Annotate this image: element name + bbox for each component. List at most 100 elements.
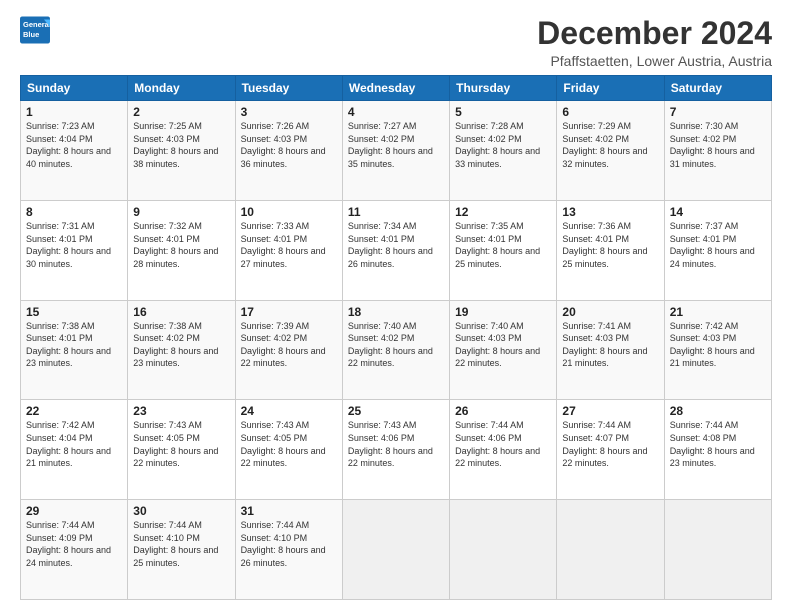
calendar-week-3: 15Sunrise: 7:38 AMSunset: 4:01 PMDayligh… [21, 300, 772, 400]
day-number: 19 [455, 305, 551, 319]
header: General Blue December 2024 Pfaffstaetten… [20, 16, 772, 69]
day-info: Sunrise: 7:44 AMSunset: 4:06 PMDaylight:… [455, 420, 540, 468]
calendar-cell: 18Sunrise: 7:40 AMSunset: 4:02 PMDayligh… [342, 300, 449, 400]
col-thursday: Thursday [450, 76, 557, 101]
calendar-cell [664, 500, 771, 600]
day-number: 6 [562, 105, 658, 119]
day-info: Sunrise: 7:26 AMSunset: 4:03 PMDaylight:… [241, 121, 326, 169]
day-info: Sunrise: 7:44 AMSunset: 4:08 PMDaylight:… [670, 420, 755, 468]
day-info: Sunrise: 7:42 AMSunset: 4:03 PMDaylight:… [670, 321, 755, 369]
calendar-cell: 21 Sunrise: 7:42 AMSunset: 4:03 PMDayligh… [664, 300, 771, 400]
col-wednesday: Wednesday [342, 76, 449, 101]
calendar-cell: 19 Sunrise: 7:40 AMSunset: 4:03 PMDayligh… [450, 300, 557, 400]
day-number: 24 [241, 404, 337, 418]
day-number: 25 [348, 404, 444, 418]
calendar-week-5: 29 Sunrise: 7:44 AMSunset: 4:09 PMDayligh… [21, 500, 772, 600]
day-info: Sunrise: 7:44 AMSunset: 4:07 PMDaylight:… [562, 420, 647, 468]
day-number: 14 [670, 205, 766, 219]
day-info: Sunrise: 7:41 AMSunset: 4:03 PMDaylight:… [562, 321, 647, 369]
calendar-cell [557, 500, 664, 600]
day-info: Sunrise: 7:43 AMSunset: 4:06 PMDaylight:… [348, 420, 433, 468]
day-number: 8 [26, 205, 122, 219]
calendar-page: General Blue December 2024 Pfaffstaetten… [0, 0, 792, 612]
calendar-week-1: 1 Sunrise: 7:23 AMSunset: 4:04 PMDaylight… [21, 101, 772, 201]
calendar-cell: 15Sunrise: 7:38 AMSunset: 4:01 PMDayligh… [21, 300, 128, 400]
day-number: 18 [348, 305, 444, 319]
calendar-cell: 27 Sunrise: 7:44 AMSunset: 4:07 PMDayligh… [557, 400, 664, 500]
day-info: Sunrise: 7:42 AMSunset: 4:04 PMDaylight:… [26, 420, 111, 468]
calendar-cell: 2 Sunrise: 7:25 AMSunset: 4:03 PMDaylight… [128, 101, 235, 201]
day-number: 3 [241, 105, 337, 119]
day-number: 16 [133, 305, 229, 319]
calendar-cell: 3 Sunrise: 7:26 AMSunset: 4:03 PMDaylight… [235, 101, 342, 201]
calendar-cell: 16 Sunrise: 7:38 AMSunset: 4:02 PMDayligh… [128, 300, 235, 400]
calendar-cell: 29 Sunrise: 7:44 AMSunset: 4:09 PMDayligh… [21, 500, 128, 600]
col-friday: Friday [557, 76, 664, 101]
calendar-cell: 11 Sunrise: 7:34 AMSunset: 4:01 PMDayligh… [342, 200, 449, 300]
day-info: Sunrise: 7:40 AMSunset: 4:03 PMDaylight:… [455, 321, 540, 369]
calendar-cell: 31Sunrise: 7:44 AMSunset: 4:10 PMDayligh… [235, 500, 342, 600]
calendar-cell: 20 Sunrise: 7:41 AMSunset: 4:03 PMDayligh… [557, 300, 664, 400]
day-number: 30 [133, 504, 229, 518]
day-info: Sunrise: 7:44 AMSunset: 4:09 PMDaylight:… [26, 520, 111, 568]
calendar-cell: 13 Sunrise: 7:36 AMSunset: 4:01 PMDayligh… [557, 200, 664, 300]
day-number: 20 [562, 305, 658, 319]
day-info: Sunrise: 7:43 AMSunset: 4:05 PMDaylight:… [241, 420, 326, 468]
day-number: 29 [26, 504, 122, 518]
day-info: Sunrise: 7:36 AMSunset: 4:01 PMDaylight:… [562, 221, 647, 269]
day-number: 13 [562, 205, 658, 219]
logo-icon: General Blue [20, 16, 50, 44]
calendar-cell: 22 Sunrise: 7:42 AMSunset: 4:04 PMDayligh… [21, 400, 128, 500]
day-number: 1 [26, 105, 122, 119]
day-info: Sunrise: 7:38 AMSunset: 4:02 PMDaylight:… [133, 321, 218, 369]
calendar-cell: 25 Sunrise: 7:43 AMSunset: 4:06 PMDayligh… [342, 400, 449, 500]
col-sunday: Sunday [21, 76, 128, 101]
subtitle: Pfaffstaetten, Lower Austria, Austria [537, 53, 772, 69]
day-info: Sunrise: 7:44 AMSunset: 4:10 PMDaylight:… [133, 520, 218, 568]
day-info: Sunrise: 7:38 AMSunset: 4:01 PMDaylight:… [26, 321, 111, 369]
logo: General Blue [20, 16, 50, 44]
day-number: 17 [241, 305, 337, 319]
calendar-cell [342, 500, 449, 600]
day-number: 2 [133, 105, 229, 119]
day-number: 12 [455, 205, 551, 219]
main-title: December 2024 [537, 16, 772, 51]
calendar-cell: 23Sunrise: 7:43 AMSunset: 4:05 PMDayligh… [128, 400, 235, 500]
day-info: Sunrise: 7:28 AMSunset: 4:02 PMDaylight:… [455, 121, 540, 169]
svg-text:Blue: Blue [23, 30, 39, 39]
calendar-cell: 12 Sunrise: 7:35 AMSunset: 4:01 PMDayligh… [450, 200, 557, 300]
calendar-cell: 17 Sunrise: 7:39 AMSunset: 4:02 PMDayligh… [235, 300, 342, 400]
day-info: Sunrise: 7:29 AMSunset: 4:02 PMDaylight:… [562, 121, 647, 169]
day-number: 23 [133, 404, 229, 418]
calendar-cell: 24 Sunrise: 7:43 AMSunset: 4:05 PMDayligh… [235, 400, 342, 500]
day-info: Sunrise: 7:35 AMSunset: 4:01 PMDaylight:… [455, 221, 540, 269]
day-number: 10 [241, 205, 337, 219]
day-info: Sunrise: 7:33 AMSunset: 4:01 PMDaylight:… [241, 221, 326, 269]
day-info: Sunrise: 7:39 AMSunset: 4:02 PMDaylight:… [241, 321, 326, 369]
day-info: Sunrise: 7:25 AMSunset: 4:03 PMDaylight:… [133, 121, 218, 169]
day-number: 11 [348, 205, 444, 219]
day-info: Sunrise: 7:30 AMSunset: 4:02 PMDaylight:… [670, 121, 755, 169]
calendar-cell: 9Sunrise: 7:32 AMSunset: 4:01 PMDaylight… [128, 200, 235, 300]
calendar-cell: 28Sunrise: 7:44 AMSunset: 4:08 PMDayligh… [664, 400, 771, 500]
day-info: Sunrise: 7:23 AMSunset: 4:04 PMDaylight:… [26, 121, 111, 169]
day-number: 7 [670, 105, 766, 119]
calendar-cell: 10 Sunrise: 7:33 AMSunset: 4:01 PMDayligh… [235, 200, 342, 300]
day-info: Sunrise: 7:32 AMSunset: 4:01 PMDaylight:… [133, 221, 218, 269]
calendar-cell [450, 500, 557, 600]
calendar-cell: 6 Sunrise: 7:29 AMSunset: 4:02 PMDaylight… [557, 101, 664, 201]
day-info: Sunrise: 7:44 AMSunset: 4:10 PMDaylight:… [241, 520, 326, 568]
day-number: 22 [26, 404, 122, 418]
calendar-cell: 8Sunrise: 7:31 AMSunset: 4:01 PMDaylight… [21, 200, 128, 300]
calendar-cell: 1 Sunrise: 7:23 AMSunset: 4:04 PMDaylight… [21, 101, 128, 201]
calendar-cell: 26Sunrise: 7:44 AMSunset: 4:06 PMDayligh… [450, 400, 557, 500]
calendar-cell: 14 Sunrise: 7:37 AMSunset: 4:01 PMDayligh… [664, 200, 771, 300]
calendar-cell: 4Sunrise: 7:27 AMSunset: 4:02 PMDaylight… [342, 101, 449, 201]
day-number: 27 [562, 404, 658, 418]
calendar-cell: 5 Sunrise: 7:28 AMSunset: 4:02 PMDaylight… [450, 101, 557, 201]
col-tuesday: Tuesday [235, 76, 342, 101]
day-number: 21 [670, 305, 766, 319]
day-number: 5 [455, 105, 551, 119]
day-info: Sunrise: 7:34 AMSunset: 4:01 PMDaylight:… [348, 221, 433, 269]
day-info: Sunrise: 7:37 AMSunset: 4:01 PMDaylight:… [670, 221, 755, 269]
